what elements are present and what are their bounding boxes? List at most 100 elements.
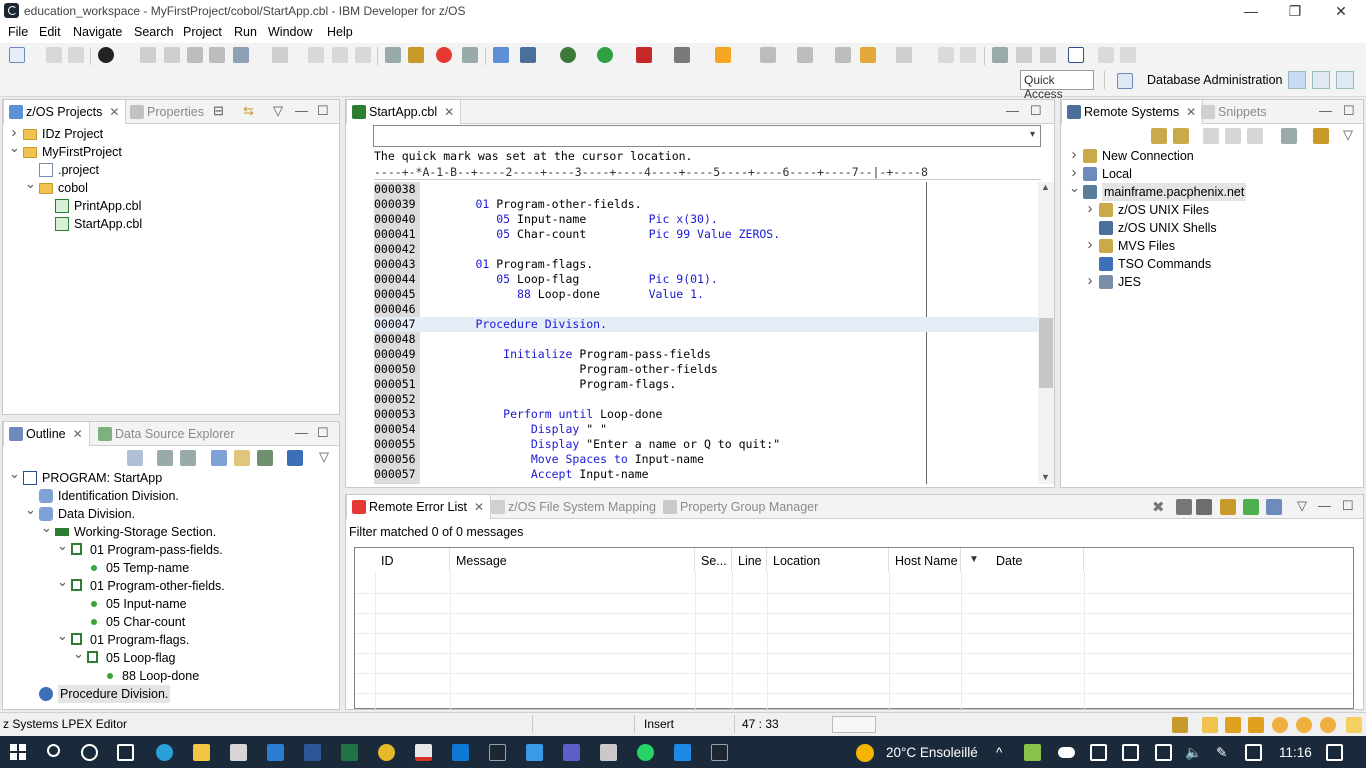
tree-item-05-temp-name[interactable]: 05 Temp-name: [3, 559, 339, 577]
column-header-id[interactable]: ID: [375, 548, 450, 572]
code-line[interactable]: 000040 05 Input-name Pic x(30).: [374, 212, 1041, 227]
new-icon[interactable]: [9, 47, 25, 63]
weather-text[interactable]: 20°C Ensoleillé: [886, 745, 978, 760]
phone-icon[interactable]: [526, 744, 543, 761]
tree-item-new-connection[interactable]: › New Connection: [1061, 146, 1363, 165]
goto-icon[interactable]: [1220, 499, 1236, 515]
column-header-message[interactable]: Message: [450, 548, 695, 572]
cloud-icon[interactable]: [1058, 747, 1075, 758]
close-button[interactable]: ✕: [1318, 0, 1364, 22]
task-view-icon[interactable]: [117, 744, 134, 761]
drop-frame-icon[interactable]: [355, 47, 371, 63]
scroll-thumb[interactable]: [1039, 318, 1053, 388]
file-explorer-icon[interactable]: [193, 744, 210, 761]
step-icon[interactable]: [233, 47, 249, 63]
edge-icon[interactable]: [156, 744, 173, 761]
keyboard-icon[interactable]: [1245, 744, 1262, 761]
clock-time[interactable]: 11:16: [1279, 745, 1312, 760]
next-annotation-icon[interactable]: [760, 47, 776, 63]
new-connection-icon[interactable]: [1151, 128, 1167, 144]
tree-item-program-startapp[interactable]: ⌄ PROGRAM: StartApp: [3, 466, 339, 487]
minimize-view-icon[interactable]: —: [295, 103, 308, 118]
tree-item-cobol[interactable]: ⌄ cobol: [3, 176, 339, 197]
tab-zos-projects[interactable]: z/OS Projects ✕: [3, 100, 127, 124]
menu-edit[interactable]: Edit: [39, 25, 61, 39]
menu-run[interactable]: Run: [234, 25, 257, 39]
tree-item-procedure-division[interactable]: Procedure Division.: [3, 685, 339, 703]
menu-search[interactable]: Search: [134, 25, 174, 39]
code-line[interactable]: 000054 Display " ": [374, 422, 1041, 437]
scroll-down-icon[interactable]: ▼: [1041, 472, 1050, 482]
collapse-all-icon[interactable]: ⊟: [213, 103, 224, 119]
editor-scrollbar[interactable]: ▲ ▼: [1038, 182, 1054, 484]
resume-icon[interactable]: [140, 47, 156, 63]
tree-item-mainframe-pacphenix-net[interactable]: ⌄ mainframe.pacphenix.net: [1061, 180, 1363, 201]
tree-item-idz-project[interactable]: › IDz Project: [3, 124, 339, 143]
volume-icon[interactable]: 🔈: [1185, 745, 1202, 761]
link-with-editor-icon[interactable]: [287, 450, 303, 466]
use-step-filters-icon[interactable]: [385, 47, 401, 63]
tree-item-05-input-name[interactable]: 05 Input-name: [3, 595, 339, 613]
expanded-chevron-icon[interactable]: ⌄: [73, 645, 84, 663]
excel-icon[interactable]: [341, 744, 358, 761]
coverage-icon[interactable]: [674, 47, 690, 63]
terminate-icon[interactable]: [187, 47, 203, 63]
link-with-editor-icon[interactable]: [1313, 128, 1329, 144]
expanded-chevron-icon[interactable]: ⌄: [25, 175, 36, 193]
tab-remote-systems[interactable]: Remote Systems ✕: [1061, 100, 1204, 124]
book-icon[interactable]: [1202, 717, 1218, 733]
restore-button[interactable]: ❐: [1272, 0, 1318, 22]
code-line[interactable]: 000042: [374, 242, 1041, 257]
tab-startapp-cbl[interactable]: StartApp.cbl ✕: [346, 100, 462, 124]
show-sections-icon[interactable]: [234, 450, 250, 466]
tree-item-88-loop-done[interactable]: 88 Loop-done: [3, 667, 339, 685]
save-icon[interactable]: [46, 47, 62, 63]
code-line[interactable]: 000044 05 Loop-flag Pic 9(01).: [374, 272, 1041, 287]
step-over-icon[interactable]: [308, 47, 324, 63]
code-line[interactable]: 000049 Initialize Program-pass-fields: [374, 347, 1041, 362]
tree-item-z-os-unix-files[interactable]: › z/OS UNIX Files: [1061, 200, 1363, 219]
editor-command-combo[interactable]: ▾: [373, 125, 1041, 147]
maximize-editor-icon[interactable]: ☐: [1030, 103, 1042, 119]
code-line[interactable]: 000039 01 Program-other-fields.: [374, 197, 1041, 212]
debug-user-icon[interactable]: [98, 47, 114, 63]
code-line[interactable]: 000047 Procedure Division.: [374, 317, 1041, 332]
hide-fields-icon[interactable]: [180, 450, 196, 466]
tab-outline[interactable]: Outline ✕: [3, 422, 90, 446]
host-disconnect-icon[interactable]: [1016, 47, 1032, 63]
store-icon[interactable]: [230, 744, 247, 761]
perspective-database-administration[interactable]: Database Administration: [1147, 73, 1283, 87]
previous-annotation-icon[interactable]: [797, 47, 813, 63]
code-line[interactable]: 000046: [374, 302, 1041, 317]
minimize-editor-icon[interactable]: —: [1006, 103, 1019, 118]
tree-item-working-storage-section[interactable]: ⌄ Working-Storage Section.: [3, 520, 339, 541]
tree-item-printapp-cbl[interactable]: PrintApp.cbl: [3, 197, 339, 215]
export-icon[interactable]: [1266, 499, 1282, 515]
view-menu-icon[interactable]: ▽: [1297, 498, 1307, 514]
tree-item-01-program-pass-fields[interactable]: ⌄ 01 Program-pass-fields.: [3, 538, 339, 559]
undo-icon[interactable]: [938, 47, 954, 63]
error-table[interactable]: ID Message Se... Line Location Host Name…: [354, 547, 1354, 714]
last-edit-location-icon[interactable]: [835, 47, 851, 63]
show-paragraphs-icon[interactable]: [257, 450, 273, 466]
code-area[interactable]: 000038 000039 01 Program-other-fields. 000…: [374, 182, 1041, 484]
sort-descending-icon[interactable]: ▼: [969, 554, 979, 565]
tree-item-jes[interactable]: › JES: [1061, 272, 1363, 291]
expanded-chevron-icon[interactable]: ⌄: [9, 465, 20, 483]
lightbulb-icon[interactable]: [1346, 717, 1362, 733]
select-icon[interactable]: [1176, 499, 1192, 515]
show-hidden-icons-icon[interactable]: ^: [996, 745, 1002, 760]
run-status-icon[interactable]: [1272, 717, 1288, 733]
tab-remote-error-list[interactable]: Remote Error List ✕: [346, 495, 492, 519]
remote-perspective-icon[interactable]: [1336, 71, 1354, 89]
clock-icon[interactable]: [1296, 717, 1312, 733]
word-icon[interactable]: [304, 744, 321, 761]
close-icon[interactable]: ✕: [444, 105, 454, 119]
refresh-icon[interactable]: [1173, 128, 1189, 144]
maximize-view-icon[interactable]: ☐: [1343, 103, 1355, 119]
back-icon[interactable]: [860, 47, 876, 63]
wand-icon[interactable]: [1248, 717, 1264, 733]
expanded-chevron-icon[interactable]: ⌄: [57, 627, 68, 645]
record-icon[interactable]: [436, 47, 452, 63]
code-line[interactable]: 000043 01 Program-flags.: [374, 257, 1041, 272]
